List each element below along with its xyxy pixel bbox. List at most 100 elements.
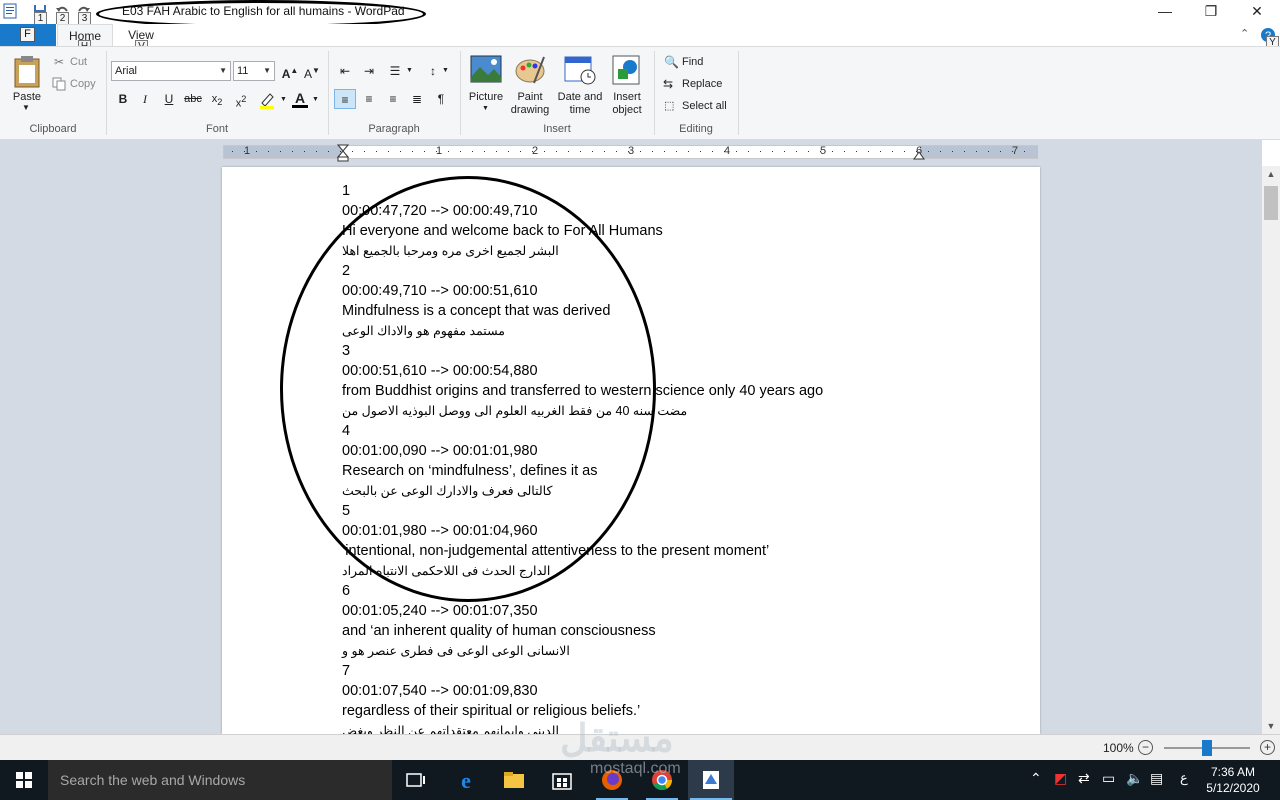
copy-icon[interactable] <box>52 77 66 91</box>
right-indent-marker-icon[interactable] <box>913 150 925 160</box>
show-hidden-icons[interactable]: ⌃ <box>1030 770 1042 787</box>
align-center-icon[interactable]: ≡ <box>358 89 380 109</box>
date-time-button[interactable]: Date and time <box>554 91 606 117</box>
ruler-tick <box>532 151 533 152</box>
chevron-down-icon[interactable]: ▼ <box>280 96 287 103</box>
ruler-tick <box>736 151 737 152</box>
highlight-icon[interactable] <box>258 91 280 109</box>
copy-button[interactable]: Copy <box>70 78 96 90</box>
italic-icon[interactable]: I <box>134 89 156 109</box>
chevron-down-icon[interactable]: ▼ <box>312 96 319 103</box>
vertical-scrollbar[interactable]: ▲ ▼ <box>1262 166 1280 734</box>
task-view-icon[interactable] <box>404 768 428 792</box>
find-icon[interactable]: 🔍 <box>664 55 679 69</box>
bold-icon[interactable]: B <box>112 89 134 109</box>
cut-icon[interactable]: ✂ <box>54 55 64 69</box>
font-size-select[interactable]: 11 ▼ <box>233 61 275 81</box>
wordpad-taskbar-icon[interactable] <box>699 768 723 792</box>
scroll-up-icon[interactable]: ▲ <box>1262 166 1280 182</box>
restore-button[interactable]: ❐ <box>1188 0 1234 24</box>
justify-icon[interactable]: ≣ <box>406 89 428 109</box>
watermark-url: mostaql.com <box>590 760 681 777</box>
ruler-tick <box>376 151 377 152</box>
select-all-button[interactable]: Select all <box>682 100 727 112</box>
ruler-tick <box>256 151 257 152</box>
ruler-tick <box>748 151 749 152</box>
ruler-tick <box>1012 151 1013 152</box>
ruler-tick <box>964 151 965 152</box>
paint-palette-icon[interactable] <box>514 55 546 85</box>
chevron-down-icon[interactable]: ▼ <box>482 105 489 112</box>
ruler-tick <box>508 151 509 152</box>
superscript-icon[interactable]: x2 <box>230 89 252 110</box>
ruler-tick <box>448 151 449 152</box>
zoom-out-button[interactable]: − <box>1138 740 1153 755</box>
calendar-clock-icon[interactable] <box>564 55 596 85</box>
increase-indent-icon[interactable]: ⇥ <box>358 61 380 81</box>
paste-icon[interactable] <box>12 55 42 89</box>
indent-marker-icon[interactable] <box>337 144 349 162</box>
underline-icon[interactable]: U <box>158 89 180 109</box>
replace-icon[interactable]: ⇆ <box>663 77 673 91</box>
volume-icon[interactable]: 🔈 <box>1126 770 1143 787</box>
edge-browser-icon[interactable]: e <box>454 768 478 792</box>
strikethrough-icon[interactable]: abc <box>182 89 204 109</box>
chevron-down-icon[interactable]: ▼ <box>442 67 449 74</box>
insert-object-button[interactable]: Insert object <box>604 91 650 117</box>
windows-start-icon[interactable] <box>0 760 48 800</box>
zoom-in-button[interactable]: + <box>1260 740 1275 755</box>
ruler-tick <box>916 151 917 152</box>
line-spacing-icon[interactable]: ↕ <box>422 61 444 81</box>
ruler-tick <box>244 151 245 152</box>
wordpad-app-icon[interactable] <box>2 3 18 19</box>
input-language-indicator[interactable]: ع <box>1180 770 1188 786</box>
find-button[interactable]: Find <box>682 56 703 68</box>
collapse-ribbon-icon[interactable]: ⌃ <box>1240 27 1249 40</box>
tab-file[interactable]: F <box>0 24 56 46</box>
editing-group-label: Editing <box>679 123 713 135</box>
ruler-tick <box>496 151 497 152</box>
font-size-value: 11 <box>237 65 249 77</box>
clipboard-group-label: Clipboard <box>29 123 77 135</box>
replace-button[interactable]: Replace <box>682 78 722 90</box>
shrink-font-icon[interactable]: A▼ <box>301 61 323 81</box>
ruler-tick <box>784 151 785 152</box>
action-center-icon[interactable]: ▤ <box>1150 770 1163 787</box>
zoom-slider-thumb[interactable] <box>1202 740 1212 756</box>
minimize-button[interactable]: — <box>1142 0 1188 24</box>
paint-drawing-button[interactable]: Paint drawing <box>506 91 554 117</box>
grow-font-icon[interactable]: A▲ <box>279 61 301 81</box>
insert-object-icon[interactable] <box>612 55 642 85</box>
picture-button[interactable]: Picture <box>464 91 508 104</box>
scroll-down-icon[interactable]: ▼ <box>1262 718 1280 734</box>
taskbar-search-box[interactable]: Search the web and Windows <box>48 760 392 800</box>
chevron-down-icon[interactable]: ▼ <box>406 67 413 74</box>
system-clock[interactable]: 7:36 AM 5/12/2020 <box>1200 764 1266 796</box>
cut-button[interactable]: Cut <box>70 56 87 68</box>
ruler-tick <box>1000 151 1001 152</box>
ruler[interactable]: 1 1 2 3 4 5 6 7 <box>223 144 1038 162</box>
scroll-thumb[interactable] <box>1264 186 1278 220</box>
subscript-icon[interactable]: x2 <box>206 89 228 109</box>
antivirus-tray-icon[interactable]: ◩ <box>1054 770 1067 787</box>
ruler-tick <box>796 151 797 152</box>
store-icon[interactable] <box>550 768 574 792</box>
ruler-tick <box>544 151 545 152</box>
document-annotation-oval <box>280 176 656 602</box>
picture-icon[interactable] <box>470 55 502 85</box>
decrease-indent-icon[interactable]: ⇤ <box>334 61 356 81</box>
paste-dropdown-icon[interactable]: ▼ <box>22 103 30 112</box>
align-right-icon[interactable]: ≡ <box>382 89 404 109</box>
ruler-tick <box>388 151 389 152</box>
file-explorer-icon[interactable] <box>502 768 526 792</box>
bullet-list-icon[interactable]: ☰ <box>384 61 406 81</box>
file-key-tip: F <box>20 27 35 42</box>
select-all-icon[interactable]: ⬚ <box>664 99 674 112</box>
align-left-icon[interactable]: ≡ <box>334 89 356 109</box>
close-button[interactable]: ✕ <box>1234 0 1280 24</box>
font-color-icon[interactable]: A <box>290 89 310 109</box>
display-tray-icon[interactable]: ▭ <box>1102 770 1115 787</box>
network-tray-icon[interactable]: ⇄ <box>1078 770 1090 787</box>
paragraph-settings-icon[interactable]: ¶ <box>430 89 452 109</box>
font-family-select[interactable]: Arial ▼ <box>111 61 231 81</box>
